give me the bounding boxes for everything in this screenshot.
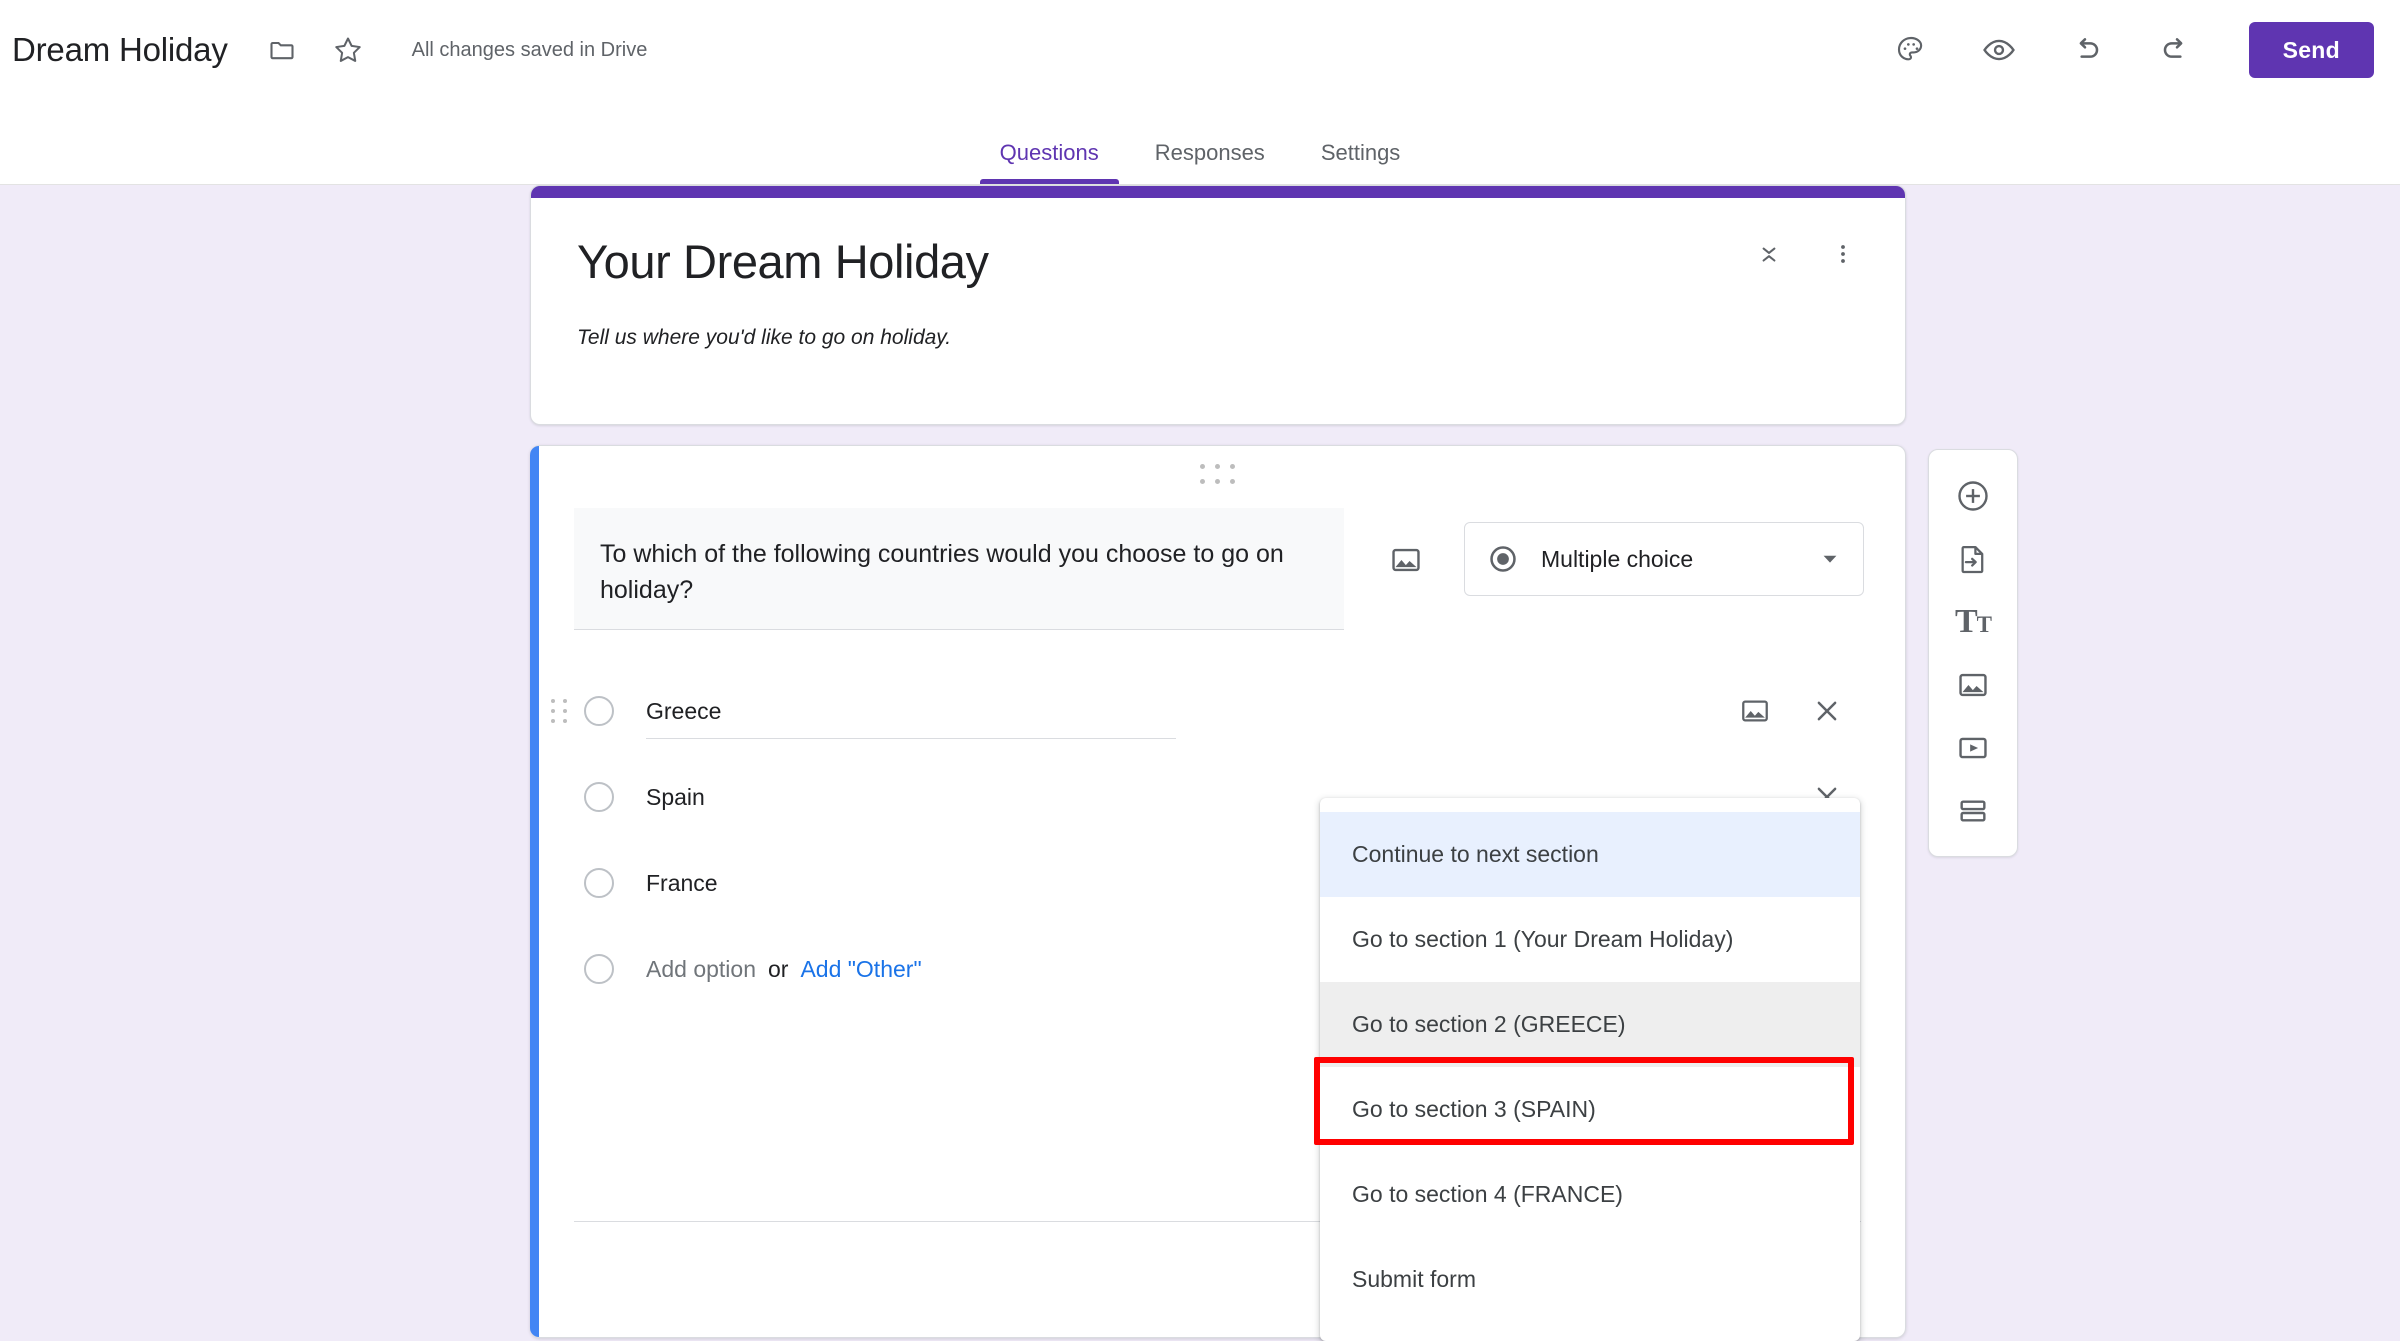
document-title[interactable]: Dream Holiday [12, 31, 228, 69]
form-title-card[interactable]: Your Dream Holiday Tell us where you'd l… [530, 185, 1906, 425]
option-label-wrap[interactable]: Greece [646, 683, 1176, 739]
save-status-text: All changes saved in Drive [412, 39, 648, 62]
form-title[interactable]: Your Dream Holiday [577, 234, 989, 289]
menu-item-continue-next-section[interactable]: Continue to next section [1320, 812, 1860, 897]
question-header-row: To which of the following countries woul… [574, 508, 1864, 630]
palette-icon[interactable] [1883, 22, 1939, 78]
question-text-input[interactable]: To which of the following countries woul… [574, 508, 1344, 630]
add-option-or-label: or [768, 956, 788, 983]
add-image-icon[interactable] [1944, 656, 2002, 714]
menu-item-section-3[interactable]: Go to section 3 (SPAIN) [1320, 1067, 1860, 1152]
folder-icon[interactable] [256, 24, 308, 76]
option-label[interactable]: Spain [646, 784, 705, 811]
add-title-icon[interactable]: TT [1944, 593, 2002, 651]
app-header: Dream Holiday All changes saved in Drive [0, 0, 2400, 185]
menu-item-submit-form[interactable]: Submit form [1320, 1237, 1860, 1322]
add-option-wrap: Add option or Add "Other" [646, 941, 922, 997]
question-active-accent [530, 446, 539, 1337]
option-image-icon[interactable] [1728, 684, 1782, 738]
send-button[interactable]: Send [2249, 22, 2374, 78]
add-title-glyph: TT [1955, 605, 1991, 639]
star-icon[interactable] [322, 24, 374, 76]
option-radio-icon [584, 954, 614, 984]
eye-icon[interactable] [1971, 22, 2027, 78]
editor-tabs: Questions Responses Settings [0, 100, 2400, 184]
option-actions [1728, 684, 1854, 738]
form-canvas: Your Dream Holiday Tell us where you'd l… [0, 185, 2400, 1200]
menu-item-section-1[interactable]: Go to section 1 (Your Dream Holiday) [1320, 897, 1860, 982]
go-to-section-menu[interactable]: Continue to next section Go to section 1… [1320, 798, 1860, 1341]
option-active-underline [646, 738, 1176, 739]
title-card-actions [1745, 230, 1867, 278]
add-video-icon[interactable] [1944, 719, 2002, 777]
option-radio-icon [584, 782, 614, 812]
add-option-label[interactable]: Add option [646, 956, 756, 983]
add-circle-icon[interactable] [1944, 467, 2002, 525]
add-other-link[interactable]: Add "Other" [800, 956, 921, 983]
redo-icon[interactable] [2147, 22, 2203, 78]
tab-questions[interactable]: Questions [972, 142, 1127, 184]
option-row[interactable]: Greece [574, 668, 1864, 754]
option-radio-icon [584, 868, 614, 898]
import-questions-icon[interactable] [1944, 530, 2002, 588]
tab-responses[interactable]: Responses [1127, 142, 1293, 184]
radio-button-icon [1487, 543, 1519, 575]
option-label[interactable]: France [646, 870, 718, 897]
question-type-label: Multiple choice [1541, 546, 1819, 573]
option-label-wrap[interactable]: France [646, 855, 1176, 911]
form-description[interactable]: Tell us where you'd like to go on holida… [577, 326, 951, 350]
menu-item-section-4[interactable]: Go to section 4 (FRANCE) [1320, 1152, 1860, 1237]
more-vert-icon[interactable] [1819, 230, 1867, 278]
add-item-toolbar: TT [1928, 449, 2018, 857]
option-label-wrap[interactable]: Spain [646, 769, 1176, 825]
collapse-chevron-icon[interactable] [1745, 230, 1793, 278]
question-type-select[interactable]: Multiple choice [1464, 522, 1864, 596]
question-add-image-icon[interactable] [1378, 532, 1434, 588]
option-drag-handle[interactable] [548, 698, 570, 724]
add-section-icon[interactable] [1944, 782, 2002, 840]
question-drag-handle[interactable] [1198, 462, 1238, 486]
header-actions: Send [1883, 0, 2374, 100]
option-label[interactable]: Greece [646, 698, 721, 725]
option-radio-icon [584, 696, 614, 726]
chevron-down-icon[interactable] [1819, 548, 1841, 570]
menu-item-section-2[interactable]: Go to section 2 (GREECE) [1320, 982, 1860, 1067]
tab-settings[interactable]: Settings [1293, 142, 1429, 184]
title-card-accent-stripe [531, 186, 1905, 198]
close-x-icon[interactable] [1800, 684, 1854, 738]
undo-icon[interactable] [2059, 22, 2115, 78]
